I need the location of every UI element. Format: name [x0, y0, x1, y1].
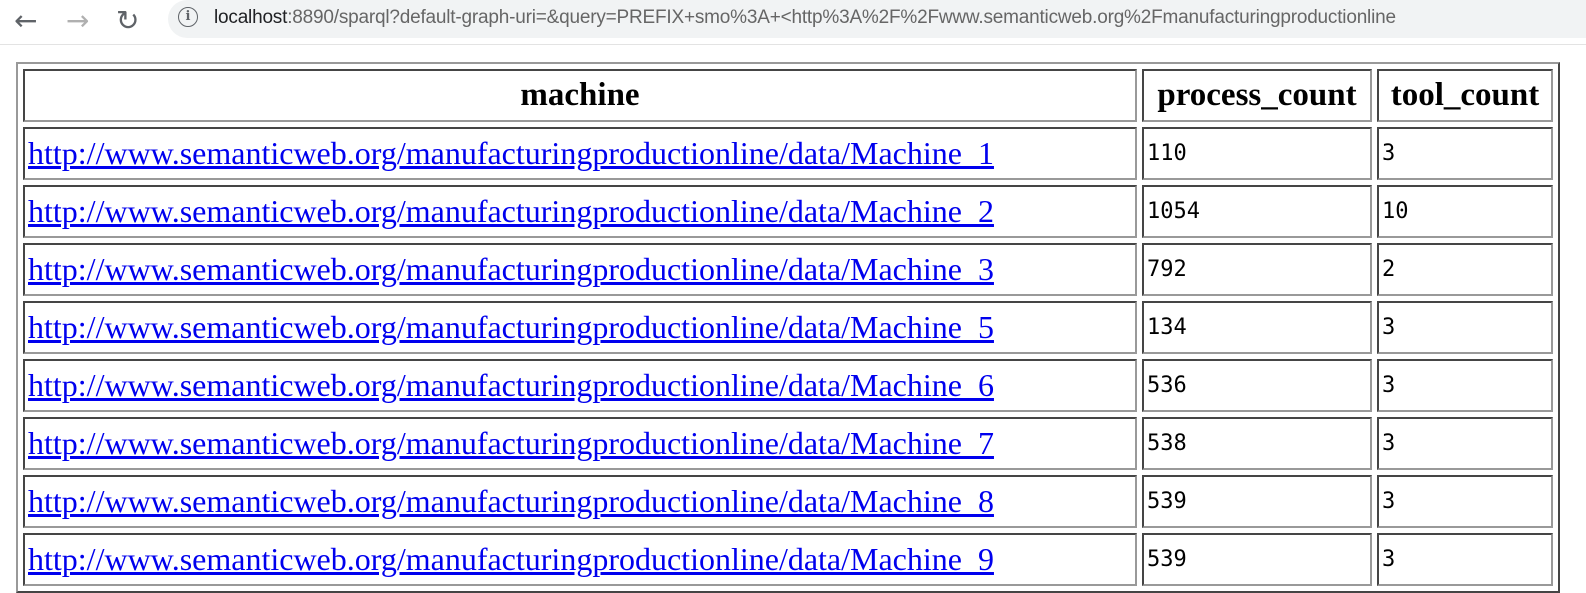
machine-link[interactable]: http://www.semanticweb.org/manufacturing…	[28, 367, 994, 403]
back-arrow-icon[interactable]: ←	[14, 4, 37, 37]
process-count-cell: 539	[1142, 475, 1372, 528]
header-tool-count: tool_count	[1377, 69, 1553, 122]
machine-link[interactable]: http://www.semanticweb.org/manufacturing…	[28, 541, 994, 577]
table-row: http://www.semanticweb.org/manufacturing…	[23, 359, 1553, 412]
info-icon[interactable]: i	[178, 7, 198, 27]
machine-link[interactable]: http://www.semanticweb.org/manufacturing…	[28, 483, 994, 519]
machine-link[interactable]: http://www.semanticweb.org/manufacturing…	[28, 135, 994, 171]
url-text: localhost:8890/sparql?default-graph-uri=…	[214, 7, 1396, 29]
machine-cell: http://www.semanticweb.org/manufacturing…	[23, 301, 1137, 354]
forward-arrow-icon[interactable]: →	[66, 4, 89, 37]
tool-count-cell: 3	[1377, 301, 1553, 354]
reload-icon[interactable]: ↻	[116, 4, 139, 37]
browser-toolbar: ← → ↻ i localhost:8890/sparql?default-gr…	[0, 0, 1586, 45]
table-row: http://www.semanticweb.org/manufacturing…	[23, 243, 1553, 296]
process-count-cell: 538	[1142, 417, 1372, 470]
tool-count-cell: 3	[1377, 127, 1553, 180]
machine-cell: http://www.semanticweb.org/manufacturing…	[23, 127, 1137, 180]
process-count-cell: 110	[1142, 127, 1372, 180]
machine-cell: http://www.semanticweb.org/manufacturing…	[23, 417, 1137, 470]
table-row: http://www.semanticweb.org/manufacturing…	[23, 475, 1553, 528]
url-path: :8890/sparql?default-graph-uri=&query=PR…	[287, 7, 1396, 28]
table-row: http://www.semanticweb.org/manufacturing…	[23, 417, 1553, 470]
machine-cell: http://www.semanticweb.org/manufacturing…	[23, 475, 1137, 528]
machine-link[interactable]: http://www.semanticweb.org/manufacturing…	[28, 309, 994, 345]
tool-count-cell: 10	[1377, 185, 1553, 238]
tool-count-cell: 3	[1377, 359, 1553, 412]
header-process-count: process_count	[1142, 69, 1372, 122]
table-row: http://www.semanticweb.org/manufacturing…	[23, 533, 1553, 586]
url-host: localhost	[214, 7, 288, 28]
table-row: http://www.semanticweb.org/manufacturing…	[23, 301, 1553, 354]
machine-cell: http://www.semanticweb.org/manufacturing…	[23, 359, 1137, 412]
machine-cell: http://www.semanticweb.org/manufacturing…	[23, 243, 1137, 296]
table-row: http://www.semanticweb.org/manufacturing…	[23, 127, 1553, 180]
tool-count-cell: 3	[1377, 417, 1553, 470]
machine-link[interactable]: http://www.semanticweb.org/manufacturing…	[28, 251, 994, 287]
machine-cell: http://www.semanticweb.org/manufacturing…	[23, 185, 1137, 238]
machine-link[interactable]: http://www.semanticweb.org/manufacturing…	[28, 425, 994, 461]
header-row: machine process_count tool_count	[23, 69, 1553, 122]
machine-cell: http://www.semanticweb.org/manufacturing…	[23, 533, 1137, 586]
process-count-cell: 134	[1142, 301, 1372, 354]
process-count-cell: 1054	[1142, 185, 1372, 238]
process-count-cell: 536	[1142, 359, 1372, 412]
process-count-cell: 792	[1142, 243, 1372, 296]
process-count-cell: 539	[1142, 533, 1372, 586]
tool-count-cell: 2	[1377, 243, 1553, 296]
header-machine: machine	[23, 69, 1137, 122]
tool-count-cell: 3	[1377, 533, 1553, 586]
machine-link[interactable]: http://www.semanticweb.org/manufacturing…	[28, 193, 994, 229]
table-row: http://www.semanticweb.org/manufacturing…	[23, 185, 1553, 238]
results-table: machine process_count tool_count http://…	[16, 62, 1560, 593]
tool-count-cell: 3	[1377, 475, 1553, 528]
address-bar[interactable]: i localhost:8890/sparql?default-graph-ur…	[168, 0, 1586, 38]
